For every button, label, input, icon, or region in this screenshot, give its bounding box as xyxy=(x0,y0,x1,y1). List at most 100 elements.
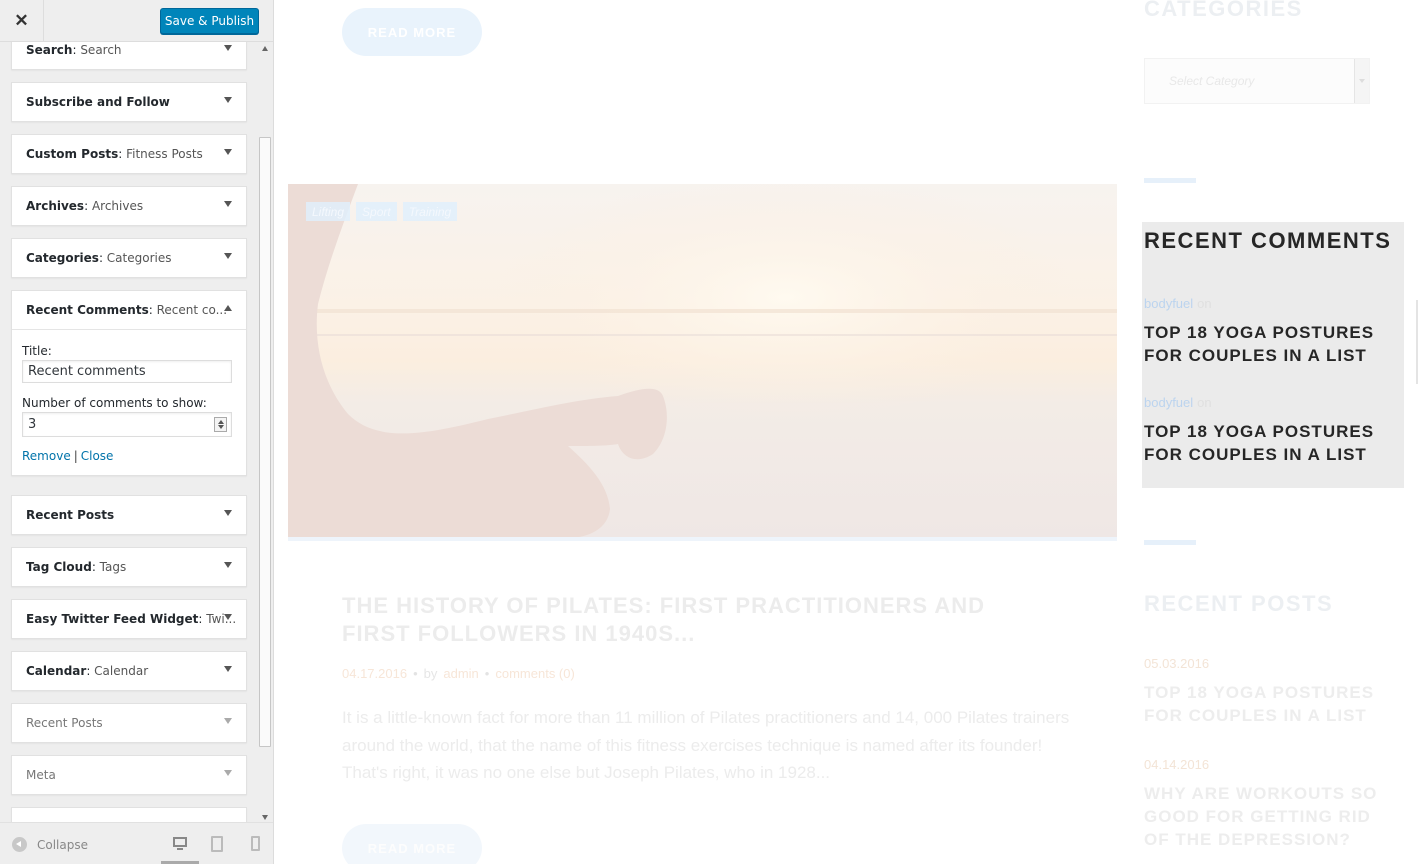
read-more-button[interactable]: READ MORE xyxy=(342,824,482,864)
comment-post-link[interactable]: TOP 18 YOGA POSTURES FOR COUPLES IN A LI… xyxy=(1144,321,1394,367)
post-title[interactable]: THE HISTORY OF PILATES: FIRST PRACTITION… xyxy=(342,592,1042,648)
chevron-down-icon[interactable] xyxy=(224,253,232,259)
widget-calendar[interactable]: Calendar: Calendar xyxy=(11,651,247,691)
chevron-down-icon[interactable] xyxy=(224,718,232,724)
chevron-down-icon[interactable] xyxy=(224,666,232,672)
tablet-icon[interactable] xyxy=(210,836,226,852)
widget-tag-cloud[interactable]: Tag Cloud: Tags xyxy=(11,547,247,587)
widget-subtitle: Tags xyxy=(99,560,127,574)
chevron-down-icon[interactable] xyxy=(224,149,232,155)
widget-archives[interactable]: Archives: Archives xyxy=(11,186,247,226)
recent-post-link[interactable]: TOP 18 YOGA POSTURES FOR COUPLES IN A LI… xyxy=(1144,681,1394,727)
post-tags: Lifting Sport Training xyxy=(306,202,458,221)
mobile-icon[interactable] xyxy=(249,836,265,852)
widget-header[interactable]: Easy Twitter Feed Widget: Twi... xyxy=(12,600,246,638)
section-accent-bar xyxy=(1144,178,1196,183)
chevron-down-icon[interactable] xyxy=(224,201,232,207)
widget-header[interactable]: Calendar: Calendar xyxy=(12,652,246,690)
widget-actions: Remove | Close xyxy=(22,449,236,463)
recent-post-date: 05.03.2016 xyxy=(1144,656,1210,671)
widget-subtitle: Recent co... xyxy=(156,303,228,317)
post-date: 04.17.2016 xyxy=(342,666,408,681)
close-link[interactable]: Close xyxy=(81,449,114,463)
sidebar-scrollbar[interactable] xyxy=(258,42,273,822)
chevron-down-icon[interactable] xyxy=(224,45,232,51)
comment-count-label: Number of comments to show: xyxy=(22,396,207,410)
widget-header[interactable]: Recent Posts xyxy=(12,704,246,742)
spinner-icon[interactable] xyxy=(214,417,227,432)
comment-author-link[interactable]: bodyfuel xyxy=(1144,296,1193,311)
widget-header[interactable]: Subscribe and Follow xyxy=(12,83,246,121)
widget-name: Meta xyxy=(26,768,56,782)
widget-categories[interactable]: Categories: Categories xyxy=(11,238,247,278)
chevron-down-icon[interactable] xyxy=(224,97,232,103)
read-more-button[interactable]: READ MORE xyxy=(342,8,482,56)
widget-twitter-feed[interactable]: Easy Twitter Feed Widget: Twi... xyxy=(11,599,247,639)
scroll-down-icon[interactable] xyxy=(262,815,268,820)
save-publish-button[interactable]: Save & Publish xyxy=(160,8,259,34)
desktop-icon[interactable] xyxy=(172,836,188,852)
widget-name: Search xyxy=(26,43,73,57)
scroll-up-icon[interactable] xyxy=(262,46,268,51)
dropdown-arrow-icon[interactable] xyxy=(1354,59,1369,103)
tag-sport[interactable]: Sport xyxy=(356,202,397,221)
tag-training[interactable]: Training xyxy=(402,202,458,221)
widget-recent-posts-2[interactable]: Recent Posts xyxy=(11,703,247,743)
scrollbar-thumb[interactable] xyxy=(259,137,271,747)
widget-meta[interactable]: Meta xyxy=(11,755,247,795)
widget-header[interactable]: Recent Comments: Recent co... xyxy=(12,291,246,329)
widget-subtitle: Search xyxy=(80,43,122,57)
widget-name: Archives xyxy=(26,199,85,213)
categories-heading: CATEGORIES xyxy=(1144,0,1303,21)
category-select-placeholder: Select Category xyxy=(1169,74,1255,88)
widget-recent-posts[interactable]: Recent Posts xyxy=(11,495,247,535)
action-separator: | xyxy=(73,449,78,463)
post-comments-link[interactable]: comments (0) xyxy=(495,666,574,681)
remove-link[interactable]: Remove xyxy=(22,449,71,463)
comment-item: bodyfuel on TOP 18 YOGA POSTURES FOR COUP… xyxy=(1144,296,1394,367)
recent-post-item: 05.03.2016 TOP 18 YOGA POSTURES FOR COUP… xyxy=(1144,656,1394,727)
chevron-down-icon[interactable] xyxy=(224,562,232,568)
recent-post-date: 04.14.2016 xyxy=(1144,757,1210,772)
comment-on-label: on xyxy=(1197,395,1212,410)
chevron-down-icon[interactable] xyxy=(224,614,232,620)
recent-post-link[interactable]: WHY ARE WORKOUTS SO GOOD FOR GETTING RID… xyxy=(1144,782,1394,851)
widget-header[interactable]: Categories: Categories xyxy=(12,239,246,277)
widget-name: Subscribe and Follow xyxy=(26,95,170,109)
comment-author-link[interactable]: bodyfuel xyxy=(1144,395,1193,410)
widget-name: Tag Cloud xyxy=(26,560,92,574)
close-icon[interactable]: ✕ xyxy=(0,0,44,42)
widget-recent-comments[interactable]: Recent Comments: Recent co... Title: Num… xyxy=(11,290,247,476)
tag-lifting[interactable]: Lifting xyxy=(306,202,351,221)
widget-header[interactable]: Meta xyxy=(12,756,246,794)
widget-name: Categories xyxy=(26,251,99,265)
chevron-down-icon[interactable] xyxy=(224,770,232,776)
image-divider xyxy=(288,537,1117,541)
site-preview: READ MORE Lifting Sport Training THE HIS… xyxy=(274,0,1418,864)
comment-count-value: 3 xyxy=(28,417,37,432)
comment-post-link[interactable]: TOP 18 YOGA POSTURES FOR COUPLES IN A LI… xyxy=(1144,420,1394,466)
chevron-down-icon[interactable] xyxy=(224,510,232,516)
title-input[interactable] xyxy=(22,360,232,383)
recent-comments-widget: RECENT COMMENTS bodyfuel on TOP 18 YOGA P… xyxy=(1142,222,1404,488)
category-select[interactable]: Select Category xyxy=(1144,58,1370,104)
collapse-button[interactable]: Collapse xyxy=(12,837,88,852)
section-accent-bar xyxy=(1144,540,1196,545)
widget-header[interactable]: Recent Posts xyxy=(12,496,246,534)
widget-subscribe-follow[interactable]: Subscribe and Follow xyxy=(11,82,247,122)
comment-count-stepper[interactable]: 3 xyxy=(22,412,232,437)
meta-separator: • xyxy=(484,666,490,681)
widget-header[interactable]: Custom Posts: Fitness Posts xyxy=(12,135,246,173)
widget-subtitle: Calendar xyxy=(94,664,149,678)
post-author[interactable]: admin xyxy=(443,666,478,681)
comment-item: bodyfuel on TOP 18 YOGA POSTURES FOR COUP… xyxy=(1144,395,1394,466)
post-featured-image[interactable] xyxy=(288,184,1117,538)
customizer-sidebar: Search: Search Subscribe and Follow Cust… xyxy=(0,0,274,864)
widget-header[interactable]: Archives: Archives xyxy=(12,187,246,225)
widget-header[interactable]: Tag Cloud: Tags xyxy=(12,548,246,586)
chevron-up-icon[interactable] xyxy=(224,305,232,311)
recent-comments-heading: RECENT COMMENTS xyxy=(1144,228,1392,253)
widget-name: Recent Posts xyxy=(26,508,115,522)
widget-custom-posts[interactable]: Custom Posts: Fitness Posts xyxy=(11,134,247,174)
meta-separator: • xyxy=(413,666,418,681)
